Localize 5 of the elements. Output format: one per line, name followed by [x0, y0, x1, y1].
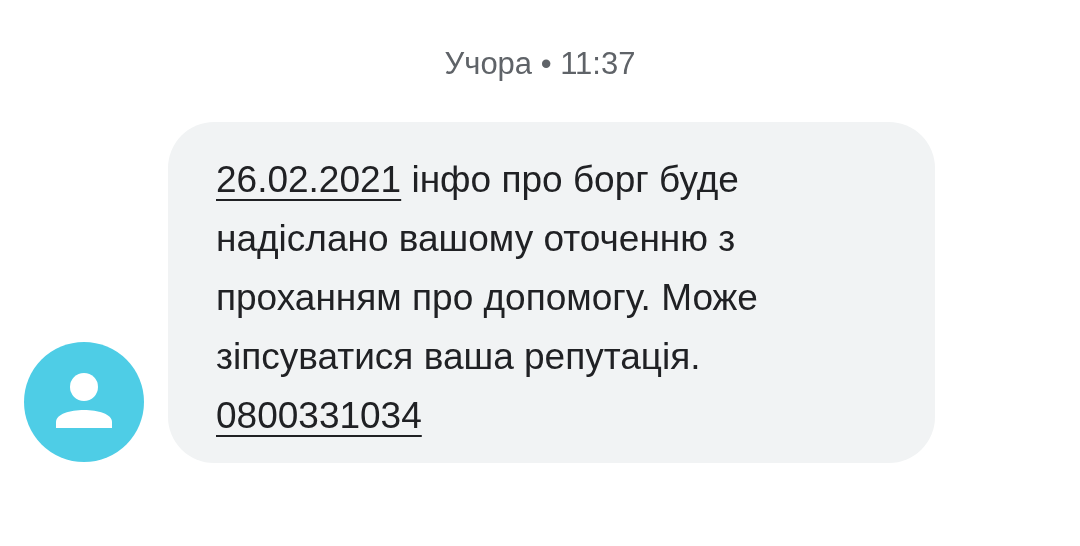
message-text: 26.02.2021 інфо про борг буде надіслано вашому оточенню з проханням про допомогу. Може зіпсуватися ваша репутація. 0800331034 — [216, 158, 759, 438]
message-link[interactable]: 26.02.2021 — [216, 159, 402, 200]
message-timestamp: Учора • 11:37 — [443, 45, 637, 83]
avatar-icon — [24, 342, 144, 462]
message-link[interactable]: 0800331034 — [216, 395, 422, 436]
